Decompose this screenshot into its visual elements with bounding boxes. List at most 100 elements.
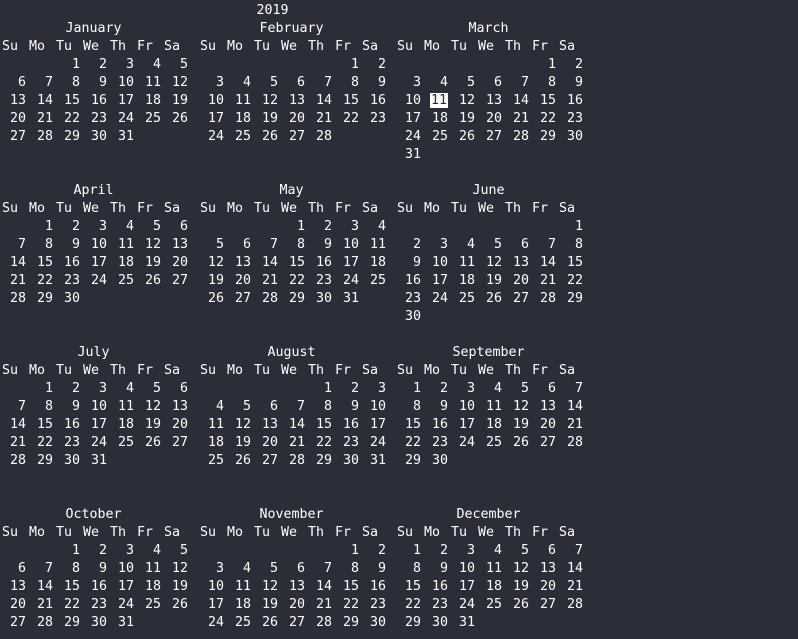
- empty-cell: [200, 218, 227, 236]
- month-april: April Su Mo Tu We Th Fr Sa 1 2 3 4 5 6 7 8 9 10 11 12 13 14 15…: [2, 182, 188, 308]
- weekday-header: We: [281, 39, 298, 54]
- day-cell: 22: [404, 597, 421, 612]
- day-cell: 8: [412, 399, 421, 414]
- weekday-header: Fr: [532, 525, 549, 540]
- day-cell: 19: [261, 597, 278, 612]
- day-cell: 16: [90, 93, 107, 108]
- day-cell: 25: [485, 435, 502, 450]
- weekday-header: Th: [505, 39, 522, 54]
- weekday-header: Th: [308, 363, 325, 378]
- month-name: March: [468, 21, 509, 36]
- day-cell: 17: [90, 255, 107, 270]
- day-grid: Su Mo Tu We Th Fr Sa 1 2 3 4 5 6 7 8 9 10 11 12 13 14 15 16 17 1…: [200, 200, 386, 308]
- day-cell: 13: [512, 255, 529, 270]
- day-cell: 2: [98, 543, 107, 558]
- day-cell: 18: [485, 417, 502, 432]
- day-cell: 21: [288, 435, 305, 450]
- day-cell: 8: [323, 399, 332, 414]
- day-cell: 29: [539, 129, 556, 144]
- day-cell: 26: [485, 291, 502, 306]
- day-cell: 30: [315, 291, 332, 306]
- day-cell: 21: [315, 597, 332, 612]
- weekday-header: Mo: [227, 363, 244, 378]
- day-cell: 26: [207, 291, 224, 306]
- day-cell: 15: [539, 93, 556, 108]
- day-cell: 16: [315, 255, 332, 270]
- weekday-header: Su: [200, 201, 217, 216]
- day-cell: 12: [261, 579, 278, 594]
- day-cell: 10: [342, 237, 359, 252]
- day-cell: 22: [342, 597, 359, 612]
- day-cell: 17: [342, 255, 359, 270]
- day-cell: 4: [377, 219, 386, 234]
- day-cell: 2: [71, 381, 80, 396]
- weekday-header: Mo: [424, 39, 441, 54]
- day-cell: 27: [171, 273, 188, 288]
- weekday-header: Sa: [164, 39, 181, 54]
- day-cell: 25: [369, 273, 386, 288]
- weekday-header: Su: [2, 39, 19, 54]
- day-cell: 29: [36, 453, 53, 468]
- day-cell: 12: [144, 399, 161, 414]
- day-cell: 26: [458, 129, 475, 144]
- day-cell: 11: [485, 399, 502, 414]
- day-cell: 19: [512, 417, 529, 432]
- empty-cell: [308, 542, 335, 560]
- day-cell: 16: [431, 579, 448, 594]
- day-cell: 20: [485, 111, 502, 126]
- empty-cell: [424, 218, 451, 236]
- empty-cell: [254, 380, 281, 398]
- month-august: August Su Mo Tu We Th Fr Sa 1 2 3 4 5 6 7 8 9 10 11 12 13 14 1…: [200, 344, 386, 470]
- day-cell: 6: [179, 381, 188, 396]
- day-cell: 18: [144, 579, 161, 594]
- day-cell: 6: [269, 399, 278, 414]
- weekday-header: Su: [397, 39, 414, 54]
- day-cell: 8: [350, 561, 359, 576]
- day-cell: 12: [485, 255, 502, 270]
- day-cell: 3: [98, 219, 107, 234]
- day-cell: 3: [412, 75, 421, 90]
- day-grid: Su Mo Tu We Th Fr Sa 1 2 3 4 5 6 7 8 9 10 11 12 13 14 15 16 17 1…: [397, 38, 583, 164]
- day-cell: 22: [288, 273, 305, 288]
- day-cell: 22: [36, 435, 53, 450]
- day-cell: 23: [431, 597, 448, 612]
- day-cell: 1: [71, 543, 80, 558]
- empty-cell: [254, 56, 281, 74]
- terminal-window: 2019 January Su Mo Tu We Th Fr Sa 1 2 3 4 5 6 7 8 9 10 11 1…: [0, 0, 798, 639]
- day-cell: 23: [404, 291, 421, 306]
- weekday-header: We: [281, 363, 298, 378]
- day-cell: 10: [458, 399, 475, 414]
- day-cell: 29: [63, 129, 80, 144]
- day-cell: 6: [547, 381, 556, 396]
- day-cell: 19: [144, 255, 161, 270]
- month-name: February: [259, 21, 324, 36]
- weekday-header: Su: [200, 525, 217, 540]
- day-cell: 1: [323, 381, 332, 396]
- day-cell: 18: [234, 597, 251, 612]
- weekday-header: Sa: [362, 39, 379, 54]
- highlighted-day: 11: [429, 93, 448, 108]
- weekday-header: Sa: [362, 525, 379, 540]
- weekday-header: We: [83, 201, 100, 216]
- day-cell: 8: [574, 237, 583, 252]
- day-cell: 3: [98, 381, 107, 396]
- weekday-header: Mo: [424, 363, 441, 378]
- day-cell: 11: [458, 255, 475, 270]
- day-cell: 21: [9, 435, 26, 450]
- day-cell: 4: [215, 399, 224, 414]
- day-cell: 27: [261, 453, 278, 468]
- day-cell: 28: [566, 597, 583, 612]
- day-cell: 26: [171, 111, 188, 126]
- day-cell: 18: [458, 273, 475, 288]
- day-cell: 28: [9, 291, 26, 306]
- day-cell: 7: [269, 237, 278, 252]
- day-cell: 29: [315, 453, 332, 468]
- day-cell: 14: [261, 255, 278, 270]
- day-cell: 9: [98, 561, 107, 576]
- month-january: January Su Mo Tu We Th Fr Sa 1 2 3 4 5 6 7 8 9 10 11 12 13 14…: [2, 20, 188, 146]
- weekday-header: We: [478, 201, 495, 216]
- day-cell: 18: [485, 579, 502, 594]
- day-cell: 3: [125, 543, 134, 558]
- day-cell: 7: [44, 75, 53, 90]
- empty-cell: [254, 542, 281, 560]
